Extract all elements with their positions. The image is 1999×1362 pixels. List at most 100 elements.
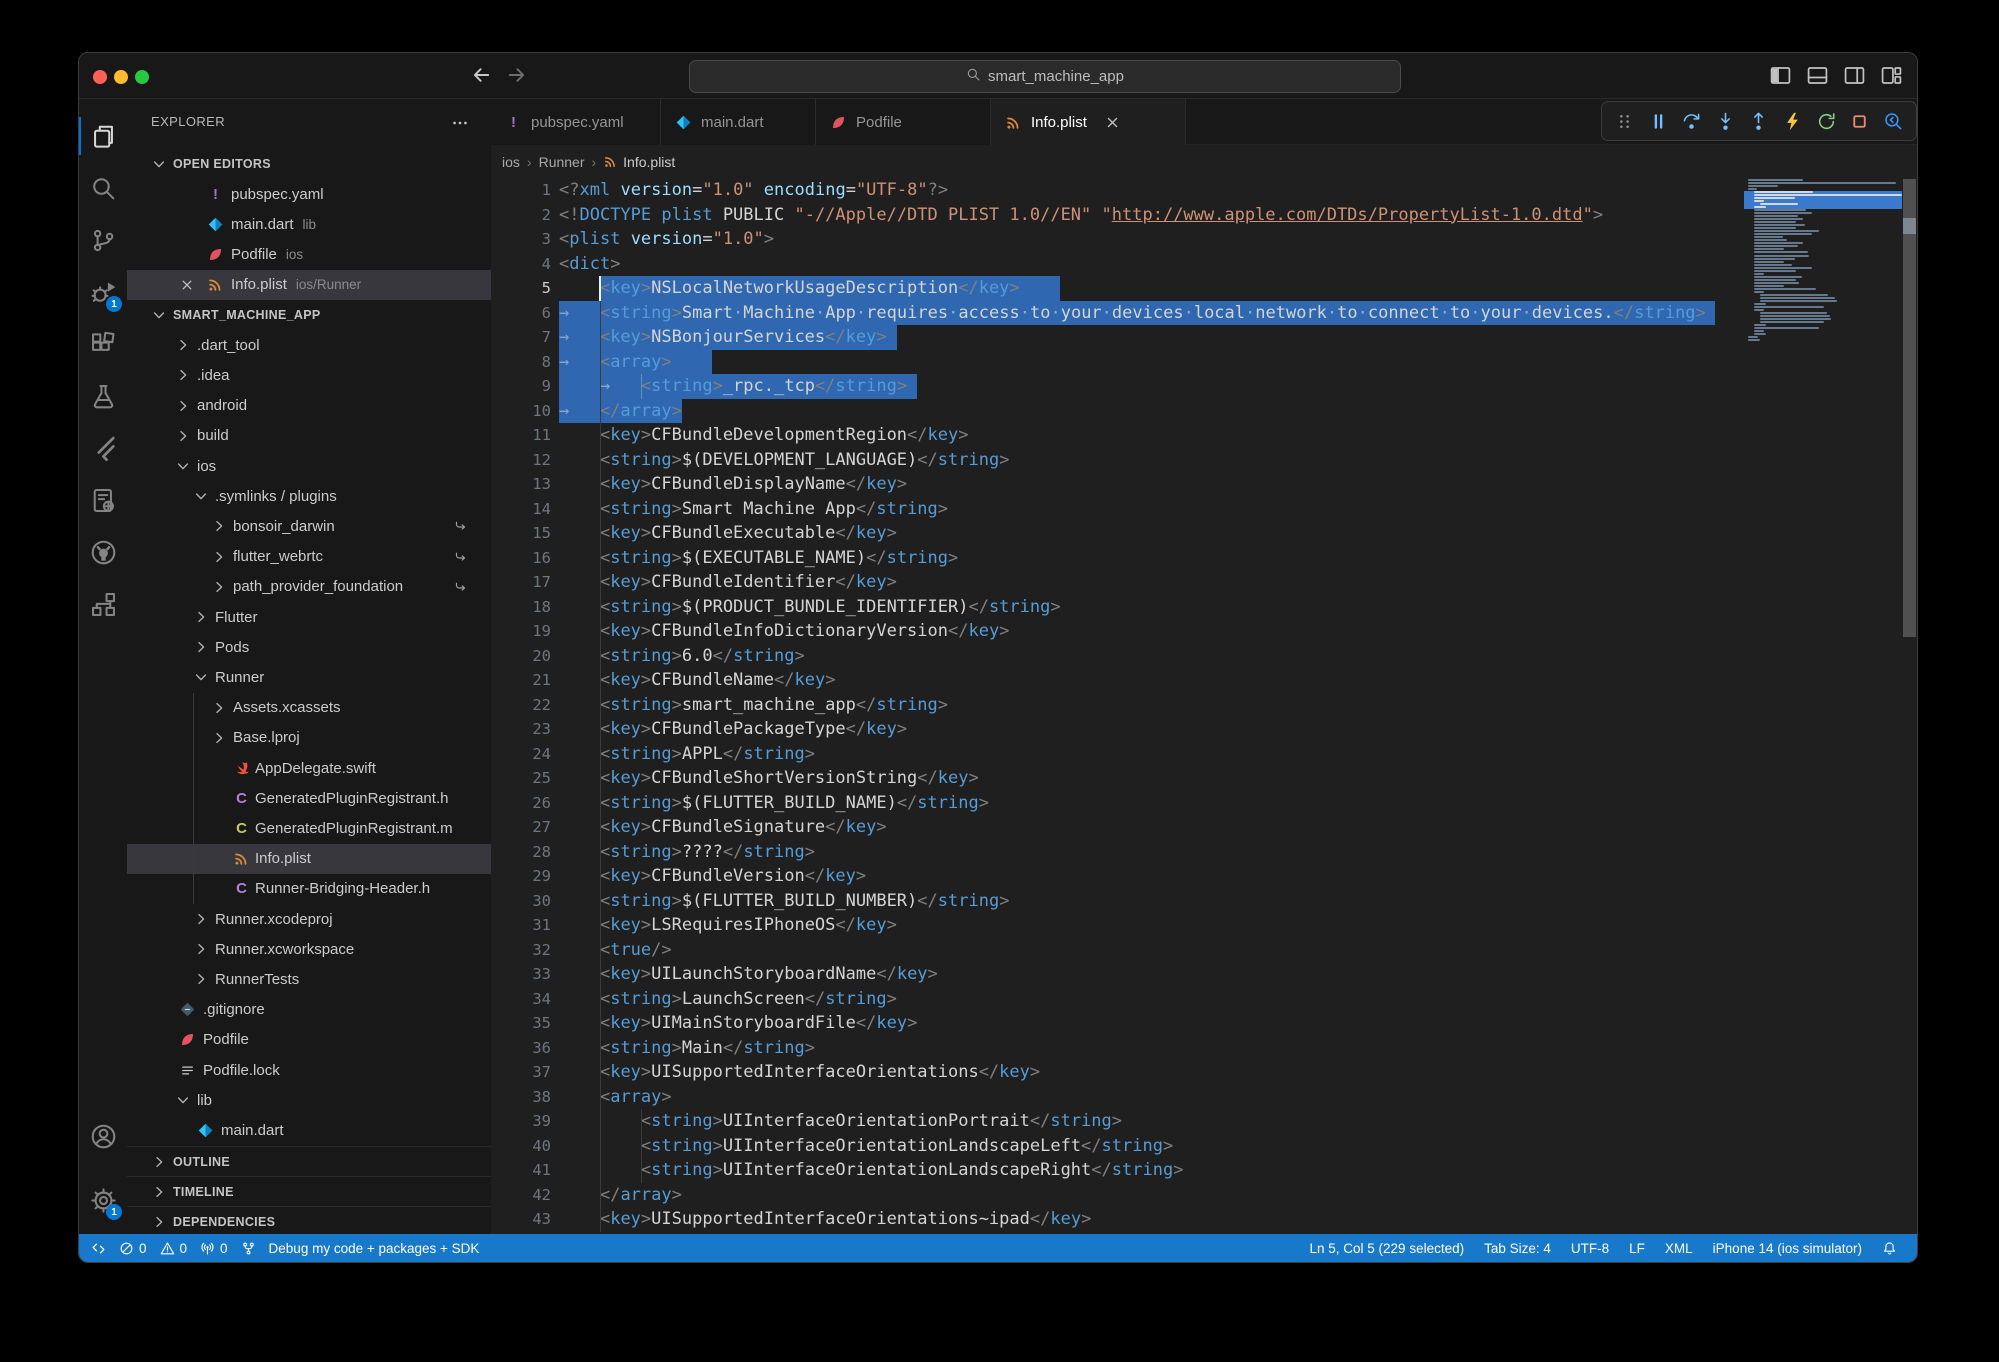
code-line[interactable]: 21 <key>CFBundleName</key> xyxy=(491,668,1917,693)
activity-extensions[interactable] xyxy=(79,319,127,369)
tree-item-pubspec-yaml[interactable]: !pubspec.yaml xyxy=(127,179,491,209)
code-line[interactable]: 14 <string>Smart Machine App</string> xyxy=(491,497,1917,522)
tree-item-generatedpluginregistrant-m[interactable]: CGeneratedPluginRegistrant.m xyxy=(127,813,491,843)
section-dependencies[interactable]: DEPENDENCIES xyxy=(127,1206,491,1234)
line-number[interactable]: 15 xyxy=(491,521,551,546)
status-errors[interactable]: 0 xyxy=(119,1241,147,1256)
code-line[interactable]: 8→<array> xyxy=(491,350,1917,375)
tab-pubspec-yaml[interactable]: !pubspec.yaml xyxy=(491,99,661,145)
status-device[interactable]: iPhone 14 (ios simulator) xyxy=(1713,1241,1862,1256)
line-number[interactable]: 33 xyxy=(491,962,551,987)
line-number[interactable]: 12 xyxy=(491,448,551,473)
tab-info-plist[interactable]: Info.plist xyxy=(991,99,1186,145)
line-number[interactable]: 14 xyxy=(491,497,551,522)
tree-item-runner-xcworkspace[interactable]: Runner.xcworkspace xyxy=(127,934,491,964)
tree-item-appdelegate-swift[interactable]: AppDelegate.swift xyxy=(127,753,491,783)
tree-item--dart-tool[interactable]: .dart_tool xyxy=(127,330,491,360)
tree-item--gitignore[interactable]: .gitignore xyxy=(127,995,491,1025)
code-line[interactable]: 16 <string>$(EXECUTABLE_NAME)</string> xyxy=(491,546,1917,571)
code-line[interactable]: 25 <key>CFBundleShortVersionString</key> xyxy=(491,766,1917,791)
layout-custom-icon[interactable] xyxy=(1880,64,1903,87)
line-number[interactable]: 9 xyxy=(491,374,551,399)
line-number[interactable]: 2 xyxy=(491,203,551,228)
code-line[interactable]: 34 <string>LaunchScreen</string> xyxy=(491,987,1917,1012)
line-number[interactable]: 11 xyxy=(491,423,551,448)
code-line[interactable]: 13 <key>CFBundleDisplayName</key> xyxy=(491,472,1917,497)
tree-item-generatedpluginregistrant-h[interactable]: CGeneratedPluginRegistrant.h xyxy=(127,783,491,813)
tree-item-android[interactable]: android xyxy=(127,391,491,421)
tree-item-runner-xcodeproj[interactable]: Runner.xcodeproj xyxy=(127,904,491,934)
layout-sidebar-left-icon[interactable] xyxy=(1769,64,1792,87)
more-actions-icon[interactable] xyxy=(451,114,469,132)
status-eol[interactable]: LF xyxy=(1629,1241,1645,1256)
code-line[interactable]: 32 <true/> xyxy=(491,938,1917,963)
tree-item-flutter[interactable]: Flutter xyxy=(127,602,491,632)
scrollbar-thumb[interactable] xyxy=(1903,179,1916,637)
tree-item-path-provider-foundation[interactable]: path_provider_foundation xyxy=(127,572,491,602)
tree-item-ios[interactable]: ios xyxy=(127,451,491,481)
status-encoding[interactable]: UTF-8 xyxy=(1571,1241,1609,1256)
line-number[interactable]: 37 xyxy=(491,1060,551,1085)
line-number[interactable]: 43 xyxy=(491,1207,551,1232)
activity-gear[interactable]: 1 xyxy=(79,1175,127,1225)
line-number[interactable]: 34 xyxy=(491,987,551,1012)
line-number[interactable]: 21 xyxy=(491,668,551,693)
code-line[interactable]: 42 </array> xyxy=(491,1183,1917,1208)
status-warnings[interactable]: 0 xyxy=(160,1241,188,1256)
line-number[interactable]: 20 xyxy=(491,644,551,669)
activity-flutter[interactable] xyxy=(79,423,127,473)
line-number[interactable]: 1 xyxy=(491,178,551,203)
code-line[interactable]: 24 <string>APPL</string> xyxy=(491,742,1917,767)
line-number[interactable]: 25 xyxy=(491,766,551,791)
stop-icon[interactable] xyxy=(1849,110,1871,132)
activity-hier[interactable] xyxy=(79,579,127,629)
line-number[interactable]: 30 xyxy=(491,889,551,914)
status-indentation[interactable]: Tab Size: 4 xyxy=(1484,1241,1551,1256)
breadcrumb-item[interactable]: ios xyxy=(502,154,520,170)
line-number[interactable]: 35 xyxy=(491,1011,551,1036)
tree-item-info-plist[interactable]: Info.plist xyxy=(127,844,491,874)
step-over-icon[interactable] xyxy=(1681,110,1703,132)
status-notifications[interactable] xyxy=(1882,1241,1897,1256)
code-line[interactable]: 26 <string>$(FLUTTER_BUILD_NAME)</string… xyxy=(491,791,1917,816)
activity-github[interactable] xyxy=(79,527,127,577)
minimize-traffic-light[interactable] xyxy=(114,70,128,84)
restart-icon[interactable] xyxy=(1815,110,1837,132)
tree-item-podfile[interactable]: Podfile xyxy=(127,1025,491,1055)
line-number[interactable]: 27 xyxy=(491,815,551,840)
code-line[interactable]: 6→<string>Smart·Machine·App·requires·acc… xyxy=(491,301,1917,326)
status-language-mode[interactable]: XML xyxy=(1665,1241,1693,1256)
code-line[interactable]: 11 <key>CFBundleDevelopmentRegion</key> xyxy=(491,423,1917,448)
activity-debug[interactable]: 1 xyxy=(79,267,127,317)
status-remote-indicator[interactable] xyxy=(91,1241,106,1256)
code-line[interactable]: 43 <key>UISupportedInterfaceOrientations… xyxy=(491,1207,1917,1232)
line-number[interactable]: 17 xyxy=(491,570,551,595)
section-smart-machine-app[interactable]: SMART_MACHINE_APP xyxy=(127,300,491,330)
close-icon[interactable] xyxy=(179,277,195,293)
step-out-icon[interactable] xyxy=(1748,110,1770,132)
layout-sidebar-right-icon[interactable] xyxy=(1843,64,1866,87)
code-editor[interactable]: 1<?xml version="1.0" encoding="UTF-8"?>2… xyxy=(491,178,1917,1234)
line-number[interactable]: 28 xyxy=(491,840,551,865)
tab-podfile[interactable]: Podfile xyxy=(816,99,991,145)
tree-item-runner-bridging-header-h[interactable]: CRunner-Bridging-Header.h xyxy=(127,874,491,904)
status-debug-config[interactable]: Debug my code + packages + SDK xyxy=(269,1241,480,1256)
layout-panel-icon[interactable] xyxy=(1806,64,1829,87)
code-line[interactable]: 38 <array> xyxy=(491,1085,1917,1110)
tree-item-info-plist[interactable]: Info.plistios/Runner xyxy=(127,270,491,300)
code-line[interactable]: 20 <string>6.0</string> xyxy=(491,644,1917,669)
line-number[interactable]: 10 xyxy=(491,399,551,424)
line-number[interactable]: 36 xyxy=(491,1036,551,1061)
tab-main-dart[interactable]: main.dart xyxy=(661,99,816,145)
line-number[interactable]: 41 xyxy=(491,1158,551,1183)
line-number[interactable]: 26 xyxy=(491,791,551,816)
line-number[interactable]: 8 xyxy=(491,350,551,375)
tree-item-flutter-webrtc[interactable]: flutter_webrtc xyxy=(127,542,491,572)
section-open-editors[interactable]: OPEN EDITORS xyxy=(127,149,491,179)
line-number[interactable]: 3 xyxy=(491,227,551,252)
line-number[interactable]: 5 xyxy=(491,276,551,301)
code-line[interactable]: 28 <string>????</string> xyxy=(491,840,1917,865)
tree-item-build[interactable]: build xyxy=(127,421,491,451)
line-number[interactable]: 23 xyxy=(491,717,551,742)
code-line[interactable]: 22 <string>smart_machine_app</string> xyxy=(491,693,1917,718)
